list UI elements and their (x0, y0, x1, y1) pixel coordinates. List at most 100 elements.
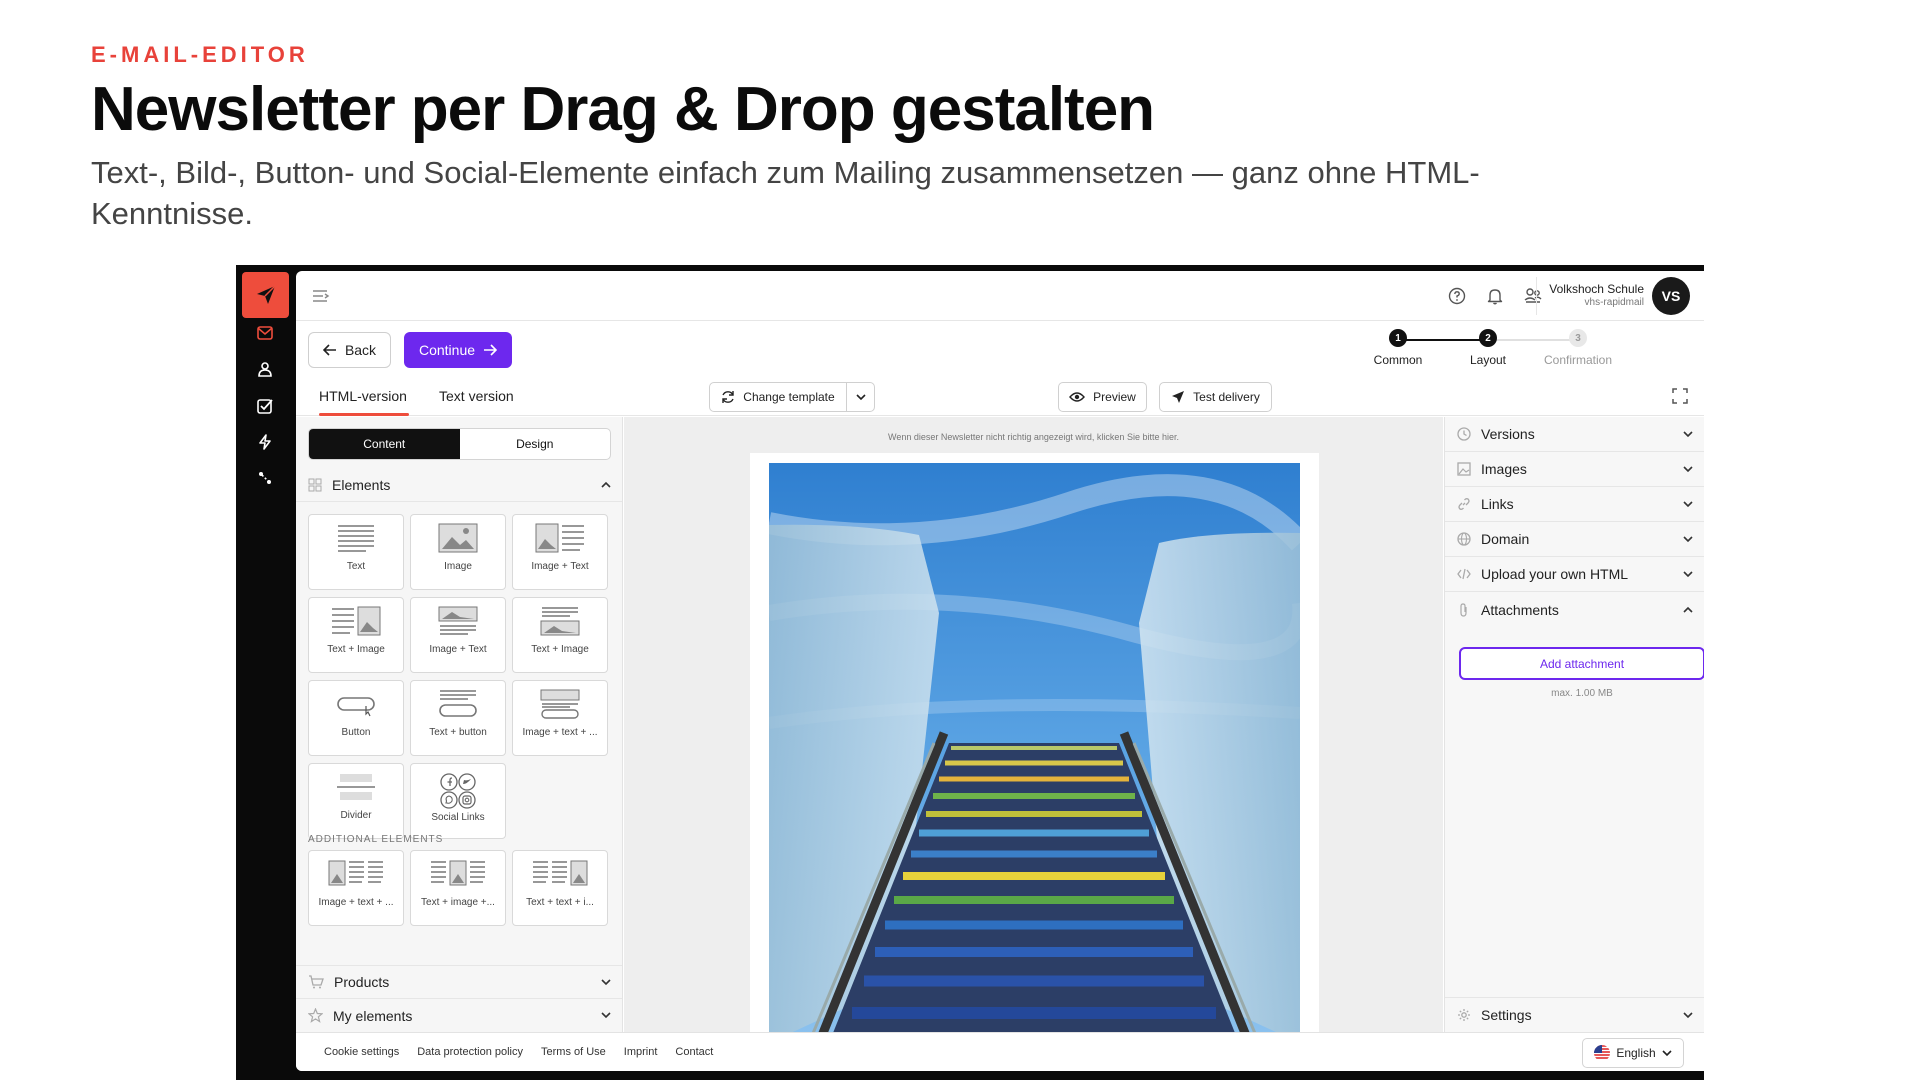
element-text[interactable]: Text (308, 514, 404, 590)
elements-panel: Content Design Elements Text Image Image… (296, 417, 623, 1032)
eyebrow-label: E-MAIL-EDITOR (91, 42, 309, 67)
step-confirmation[interactable]: 3 Confirmation (1533, 329, 1623, 367)
step-number: 1 (1389, 329, 1407, 347)
images-section[interactable]: Images (1445, 452, 1704, 487)
test-delivery-label: Test delivery (1193, 390, 1260, 404)
link-icon (1458, 498, 1470, 510)
element-text-button[interactable]: Text + button (410, 680, 506, 756)
my-elements-section-header[interactable]: My elements (296, 999, 622, 1032)
chevron-down-icon (1683, 535, 1693, 542)
help-icon[interactable] (1446, 285, 1468, 307)
footer-link-data-protection[interactable]: Data protection policy (417, 1046, 523, 1058)
star-icon (308, 1008, 323, 1023)
footer-link-terms[interactable]: Terms of Use (541, 1046, 606, 1058)
image-text-icon (535, 523, 584, 553)
refresh-icon (722, 391, 734, 403)
element-social-links[interactable]: Social Links (410, 763, 506, 839)
element-label: Button (341, 727, 371, 738)
footer-link-cookie-settings[interactable]: Cookie settings (324, 1046, 399, 1058)
button-icon (337, 697, 375, 717)
footer-link-imprint[interactable]: Imprint (624, 1046, 658, 1058)
elements-section-header[interactable]: Elements (296, 468, 622, 502)
integrations-icon[interactable] (254, 467, 276, 489)
automation-icon[interactable] (254, 431, 276, 453)
element-label: Text + Image (327, 644, 385, 655)
element-image-text-button[interactable]: Image + text + ... (512, 680, 608, 756)
social-icons-icon (440, 773, 476, 809)
step-common[interactable]: 1 Common (1353, 329, 1443, 367)
section-label: Attachments (1481, 601, 1559, 618)
paperclip-icon (1460, 602, 1467, 617)
element-text-over-image[interactable]: Text + Image (512, 597, 608, 673)
email-canvas: Wenn dieser Newsletter nicht richtig ang… (624, 417, 1443, 1032)
settings-panel: Versions Images Links Domain Upload your (1444, 417, 1704, 1032)
element-text-image[interactable]: Text + Image (308, 597, 404, 673)
template-dropdown-button[interactable] (846, 382, 875, 412)
element-label: Text + button (429, 727, 487, 738)
image-text-button-icon (540, 689, 580, 719)
fullscreen-icon[interactable] (1670, 386, 1690, 406)
text-image-icon (332, 606, 381, 636)
element-label: Image + text + ... (318, 897, 394, 908)
back-button[interactable]: Back (308, 332, 391, 368)
language-select[interactable]: English (1582, 1038, 1684, 1068)
tab-text-version[interactable]: Text version (439, 388, 514, 404)
chevron-down-icon (855, 393, 866, 400)
preview-button[interactable]: Preview (1058, 382, 1147, 412)
continue-button[interactable]: Continue (404, 332, 512, 368)
element-label: Image (444, 561, 472, 572)
eye-icon (1069, 392, 1086, 402)
app-window: Volkshoch Schule vhs-rapidmail VS Back C… (296, 271, 1704, 1071)
additional-element-text-text-image[interactable]: Text + text + i... (512, 850, 608, 926)
avatar[interactable]: VS (1652, 277, 1690, 315)
element-image-over-text[interactable]: Image + Text (410, 597, 506, 673)
step-number: 3 (1569, 329, 1587, 347)
design-tab[interactable]: Design (460, 429, 611, 459)
element-image[interactable]: Image (410, 514, 506, 590)
view-online-note[interactable]: Wenn dieser Newsletter nicht richtig ang… (624, 432, 1443, 442)
step-label: Layout (1469, 353, 1507, 367)
links-section[interactable]: Links (1445, 487, 1704, 522)
contacts-icon[interactable] (254, 358, 276, 380)
hero-image[interactable] (769, 463, 1300, 1032)
send-icon (1172, 391, 1185, 403)
section-label: Domain (1481, 531, 1530, 547)
add-attachment-button[interactable]: Add attachment (1459, 647, 1704, 680)
step-layout[interactable]: 2 Layout (1443, 329, 1533, 367)
change-template-button[interactable]: Change template (709, 382, 847, 412)
user-menu[interactable]: Volkshoch Schule vhs-rapidmail VS (1536, 277, 1690, 315)
elements-title: Elements (332, 476, 391, 493)
upload-html-section[interactable]: Upload your own HTML (1445, 557, 1704, 592)
bell-icon[interactable] (1484, 285, 1506, 307)
additional-element-image-text-text[interactable]: Image + text + ... (308, 850, 404, 926)
chevron-up-icon (601, 481, 611, 488)
content-tab[interactable]: Content (309, 429, 460, 459)
clock-icon (1457, 427, 1471, 441)
element-divider[interactable]: Divider (308, 763, 404, 839)
test-delivery-button[interactable]: Test delivery (1159, 382, 1272, 412)
text-over-image-icon (540, 607, 580, 636)
products-section-header[interactable]: Products (296, 965, 622, 999)
domain-section[interactable]: Domain (1445, 522, 1704, 557)
footer-link-contact[interactable]: Contact (675, 1046, 713, 1058)
element-button[interactable]: Button (308, 680, 404, 756)
element-label: Text + image +... (421, 897, 495, 908)
additional-element-text-image-text[interactable]: Text + image +... (410, 850, 506, 926)
element-image-text[interactable]: Image + Text (512, 514, 608, 590)
mail-icon[interactable] (254, 322, 276, 344)
image-icon (438, 523, 478, 553)
additional-elements-grid: Image + text + ... Text + image +... Tex… (308, 850, 618, 926)
code-icon (1457, 568, 1471, 580)
image-text-text-icon (328, 860, 383, 886)
menu-toggle-icon[interactable] (310, 285, 332, 307)
checklist-icon[interactable] (254, 395, 276, 417)
attachments-section[interactable]: Attachments (1445, 592, 1704, 627)
element-label: Social Links (431, 812, 485, 823)
image-over-text-icon (438, 606, 478, 635)
settings-section[interactable]: Settings (1445, 997, 1704, 1032)
versions-section[interactable]: Versions (1445, 417, 1704, 452)
tab-html-version[interactable]: HTML-version (319, 388, 407, 404)
send-logo-icon[interactable] (242, 272, 289, 318)
nav-rail (236, 265, 296, 1080)
text-image-text-icon (431, 860, 485, 886)
